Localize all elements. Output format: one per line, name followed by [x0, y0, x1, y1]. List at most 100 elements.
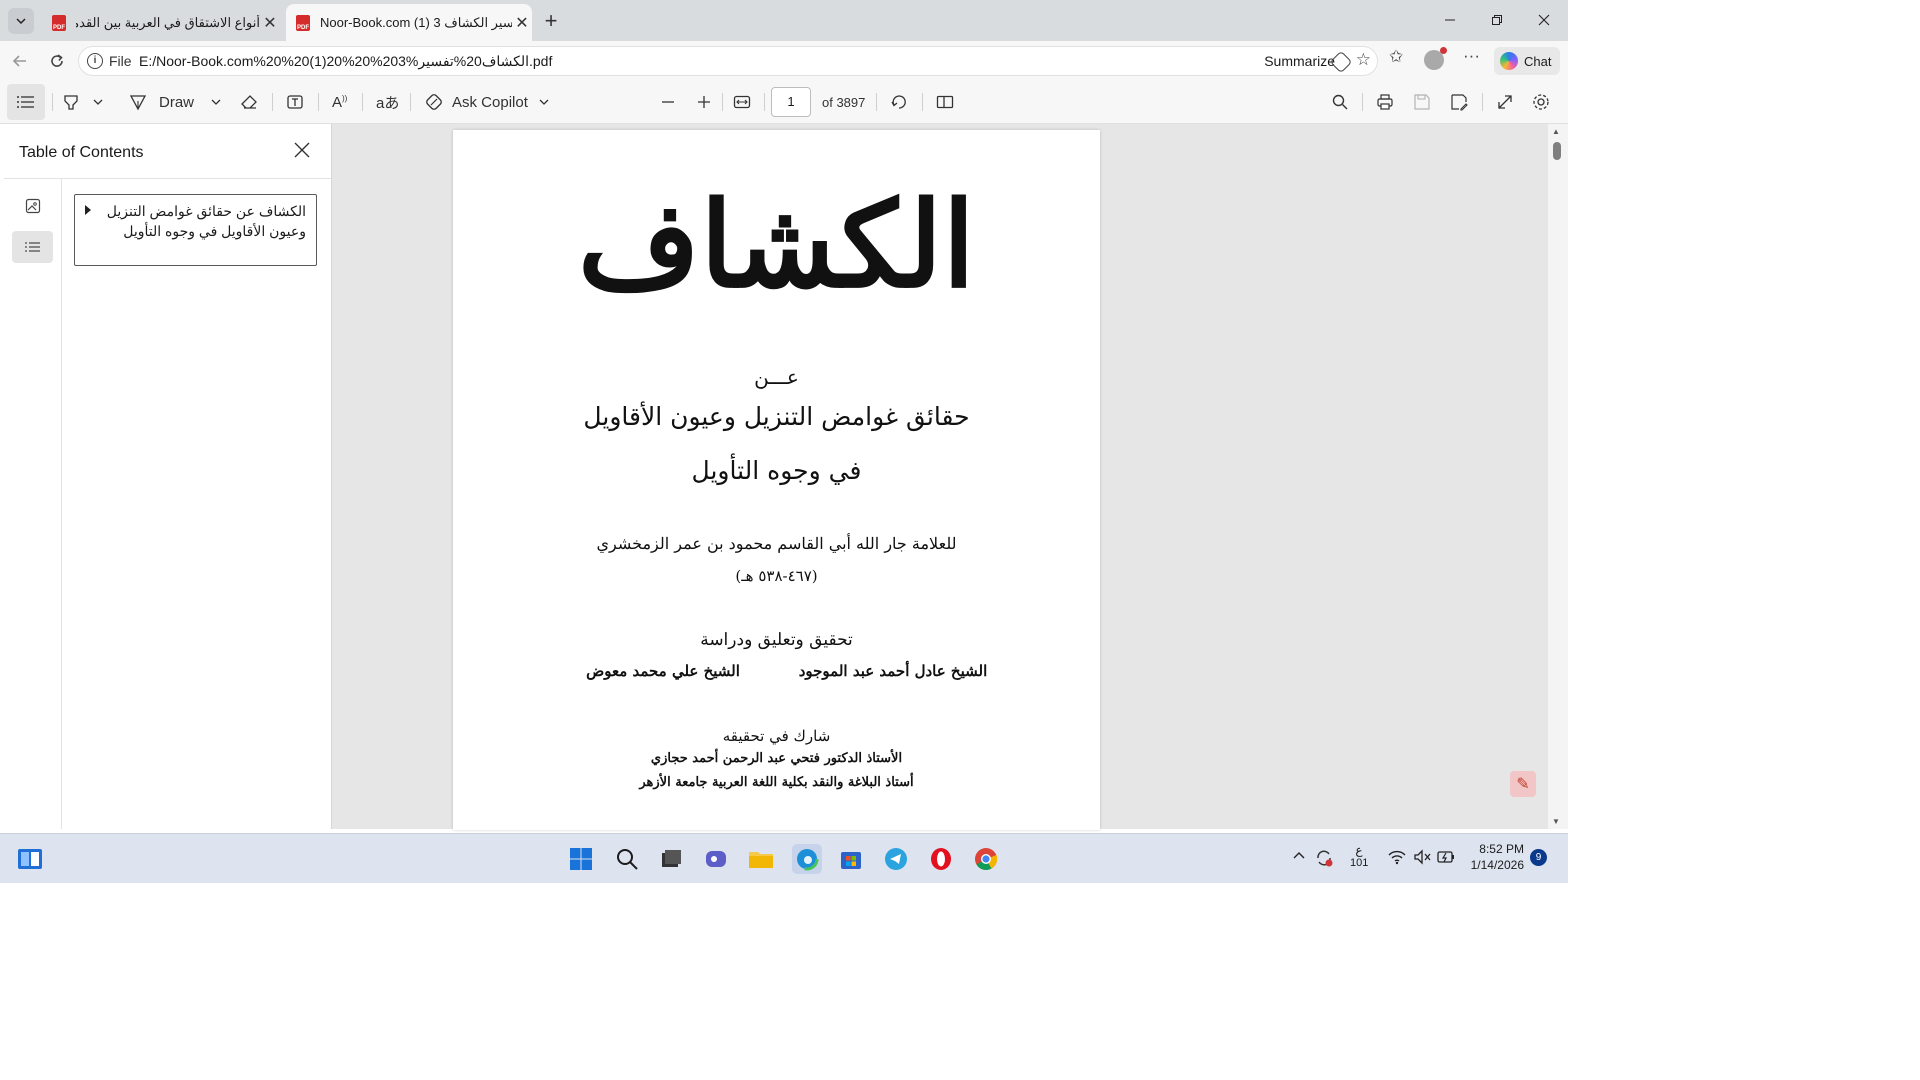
chevron-down-icon[interactable]	[210, 96, 222, 108]
highlighter-icon	[64, 95, 78, 110]
full-screen-button[interactable]	[1496, 81, 1514, 123]
toc-item[interactable]: الكشاف عن حقائق غوامض التنزيل وعيون الأق…	[74, 194, 317, 266]
clock-date: 1/14/2026	[1470, 858, 1524, 872]
zoom-in-button[interactable]	[696, 81, 712, 123]
battery-icon[interactable]	[1437, 849, 1457, 868]
highlight-button[interactable]	[62, 81, 104, 123]
more-options-icon[interactable]: ···	[1463, 46, 1480, 66]
telegram-button[interactable]	[882, 845, 910, 873]
author-line: للعلامة جار الله أبي القاسم محمود بن عمر…	[596, 534, 957, 553]
scheme-label: File	[109, 53, 132, 69]
save-as-icon	[1451, 94, 1468, 111]
widgets-icon-shape	[18, 849, 42, 869]
professor-title: أستاذ البلاغة والنقد بكلية اللغة العربية…	[639, 775, 914, 790]
chrome-button[interactable]	[972, 845, 1000, 873]
microsoft-store-button[interactable]	[837, 845, 865, 873]
search-button[interactable]	[613, 845, 641, 873]
print-button[interactable]	[1376, 81, 1394, 123]
refresh-icon	[51, 54, 63, 67]
page-view-icon	[936, 95, 954, 109]
fit-to-page-button[interactable]	[733, 81, 751, 123]
tab-tafsir-kashaf[interactable]: PDF Noor-Book.com (1) 3 تفسير الكشاف ✕	[286, 4, 532, 41]
outline-button[interactable]	[12, 231, 53, 263]
translate-button[interactable]: aあ	[376, 81, 399, 123]
rotate-button[interactable]	[890, 81, 908, 123]
widgets-icon[interactable]	[16, 845, 44, 873]
page-view-button[interactable]	[936, 81, 954, 123]
book-an: عـــن	[754, 365, 799, 389]
battery-charging-icon	[1437, 851, 1454, 863]
file-explorer-button[interactable]	[747, 845, 775, 873]
table-of-contents-button[interactable]	[7, 84, 45, 120]
url-text[interactable]: E:/Noor-Book.com%20%20(1)20%20%203%الكشا…	[139, 53, 552, 70]
draw-button[interactable]: Draw	[129, 81, 222, 123]
favorite-star-icon[interactable]: ☆	[1356, 50, 1371, 70]
author-dates: (٤٦٧-٥٣٨ هـ)	[735, 567, 818, 585]
chevron-down-icon[interactable]	[538, 96, 550, 108]
refresh-button[interactable]	[43, 47, 71, 75]
windows-logo-icon	[570, 848, 592, 870]
opera-button[interactable]	[927, 845, 955, 873]
site-info-icon[interactable]: i	[87, 53, 103, 69]
page-number-input[interactable]: 1	[771, 87, 811, 117]
erase-button[interactable]	[240, 81, 258, 123]
search-icon	[617, 849, 638, 870]
restore-button[interactable]	[1475, 6, 1519, 34]
read-aloud-button[interactable]: A))	[332, 81, 347, 123]
toolbar-divider	[1482, 93, 1483, 111]
save-button[interactable]	[1413, 81, 1431, 123]
scrollbar-thumb[interactable]	[1553, 142, 1561, 160]
notification-badge[interactable]: 9	[1530, 849, 1547, 866]
folder-icon	[749, 852, 773, 868]
edge-browser-button[interactable]	[792, 844, 822, 874]
thumbnails-button[interactable]	[12, 190, 53, 222]
volume-muted-icon[interactable]	[1413, 849, 1431, 868]
copilot-chat-button[interactable]: Chat	[1494, 47, 1560, 75]
minimize-button[interactable]	[1428, 6, 1472, 34]
wifi-icon[interactable]	[1388, 849, 1406, 868]
close-window-button[interactable]	[1522, 6, 1566, 34]
add-text-button[interactable]	[286, 81, 304, 123]
vertical-scrollbar[interactable]: ▲ ▼	[1548, 124, 1568, 829]
ask-copilot-button[interactable]: Ask Copilot	[424, 81, 550, 123]
favorites-icon[interactable]: ✩	[1389, 47, 1403, 67]
search-icon	[1332, 94, 1348, 110]
professor-name: الأستاذ الدكتور فتحي عبد الرحمن أحمد حجا…	[650, 751, 903, 766]
zoom-out-button[interactable]	[660, 81, 676, 123]
address-bar[interactable]: i File E:/Noor-Book.com%20%20(1)20%20%20…	[78, 46, 1378, 76]
close-tab-icon[interactable]: ✕	[260, 13, 280, 33]
close-panel-button[interactable]	[294, 138, 310, 164]
toolbar-divider	[1362, 93, 1363, 111]
find-button[interactable]	[1331, 81, 1349, 123]
scroll-down-arrow-icon[interactable]: ▼	[1552, 817, 1560, 826]
summarize-button[interactable]: Summarize	[1264, 53, 1335, 69]
show-hidden-icons-button[interactable]	[1292, 848, 1306, 866]
profile-avatar[interactable]	[1424, 47, 1447, 70]
tab-actions-button[interactable]	[8, 8, 34, 34]
rotate-icon	[891, 95, 906, 109]
close-tab-icon[interactable]: ✕	[512, 13, 532, 33]
input-language[interactable]: ع 101	[1350, 843, 1368, 869]
save-as-button[interactable]	[1450, 81, 1468, 123]
start-button[interactable]	[567, 845, 595, 873]
list-icon	[17, 96, 34, 108]
sync-status-icon[interactable]	[1314, 848, 1334, 871]
tab-arabic-derivation[interactable]: PDF أنواع الاشتقاق في العربية بين القدما…	[42, 4, 280, 41]
toolbar-divider	[764, 93, 765, 111]
teams-meet-button[interactable]	[702, 845, 730, 873]
task-view-button[interactable]	[657, 845, 685, 873]
panel-title: Table of Contents	[19, 144, 144, 161]
chevron-down-icon[interactable]	[92, 96, 104, 108]
scroll-up-arrow-icon[interactable]: ▲	[1552, 127, 1560, 136]
chat-label: Chat	[1524, 53, 1552, 69]
new-tab-button[interactable]: +	[538, 8, 564, 34]
participated-line: شارك في تحقيقه	[722, 727, 831, 745]
clock[interactable]: 8:52 PM 1/14/2026	[1466, 842, 1524, 872]
pdf-settings-button[interactable]	[1532, 81, 1550, 123]
telegram-icon	[885, 848, 907, 870]
pdf-viewport[interactable]: الكشاف عـــن حقائق غوامض التنزيل وعيون ا…	[332, 124, 1548, 830]
copilot-icon	[1500, 52, 1518, 70]
acrobat-icon[interactable]: ✎	[1510, 771, 1536, 797]
back-button[interactable]	[6, 47, 34, 75]
expand-arrow-icon[interactable]	[85, 205, 91, 215]
